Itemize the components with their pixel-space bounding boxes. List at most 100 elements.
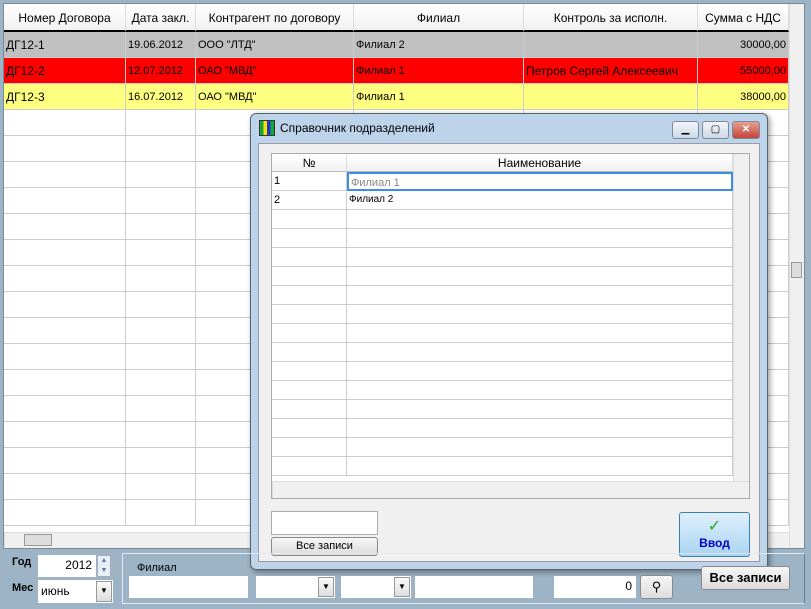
empty-cell[interactable]: [4, 370, 126, 396]
table-cell[interactable]: [524, 32, 698, 58]
enter-button[interactable]: ✓ Ввод: [679, 512, 750, 557]
table-cell[interactable]: 1: [272, 172, 347, 191]
empty-cell[interactable]: [272, 419, 347, 438]
empty-cell[interactable]: [347, 229, 733, 248]
table-cell[interactable]: 30000,00: [698, 32, 789, 58]
table-cell[interactable]: 38000,00: [698, 84, 789, 110]
filter-combo-1[interactable]: ▼: [256, 576, 335, 598]
empty-cell[interactable]: [4, 318, 126, 344]
empty-cell[interactable]: [126, 500, 196, 526]
empty-cell[interactable]: [4, 110, 126, 136]
maximize-button[interactable]: ▢: [702, 121, 729, 139]
empty-cell[interactable]: [347, 305, 733, 324]
table-cell[interactable]: 12.07.2012: [126, 58, 196, 84]
empty-cell[interactable]: [272, 381, 347, 400]
empty-cell[interactable]: [347, 419, 733, 438]
column-header[interactable]: Сумма с НДС: [698, 4, 789, 32]
empty-cell[interactable]: [126, 474, 196, 500]
dialog-search-input[interactable]: [271, 511, 378, 535]
table-cell[interactable]: 16.07.2012: [126, 84, 196, 110]
empty-cell[interactable]: [4, 162, 126, 188]
empty-cell[interactable]: [126, 162, 196, 188]
empty-cell[interactable]: [126, 136, 196, 162]
column-header[interactable]: Контроль за исполн.: [524, 4, 698, 32]
empty-cell[interactable]: [272, 286, 347, 305]
table-cell[interactable]: ОАО "МВД": [196, 84, 354, 110]
column-header[interactable]: Филиал: [354, 4, 524, 32]
departments-grid[interactable]: № Наименование 1 Филиал 1 2 Филиал 2: [271, 153, 750, 499]
empty-cell[interactable]: [347, 457, 733, 476]
empty-cell[interactable]: [126, 396, 196, 422]
empty-cell[interactable]: [4, 214, 126, 240]
empty-cell[interactable]: [347, 286, 733, 305]
close-button[interactable]: ✕: [732, 121, 760, 139]
column-header[interactable]: Контрагент по договору: [196, 4, 354, 32]
empty-cell[interactable]: [4, 448, 126, 474]
table-cell[interactable]: Петров Сергей Алексеевич: [524, 58, 698, 84]
empty-cell[interactable]: [272, 362, 347, 381]
binoculars-search-button[interactable]: ⚲: [640, 575, 673, 599]
empty-cell[interactable]: [126, 240, 196, 266]
empty-cell[interactable]: [347, 400, 733, 419]
empty-cell[interactable]: [272, 248, 347, 267]
table-cell[interactable]: ДГ12-2: [4, 58, 126, 84]
empty-cell[interactable]: [272, 210, 347, 229]
hscrollbar-thumb[interactable]: [24, 534, 52, 546]
empty-cell[interactable]: [4, 266, 126, 292]
column-header[interactable]: Номер Договора: [4, 4, 126, 32]
empty-cell[interactable]: [126, 370, 196, 396]
year-spinner[interactable]: ▲ ▼: [97, 555, 111, 577]
empty-cell[interactable]: [347, 381, 733, 400]
table-cell[interactable]: ОАО "МВД": [196, 58, 354, 84]
year-input[interactable]: 2012: [38, 555, 96, 577]
table-cell[interactable]: Филиал 2: [354, 32, 524, 58]
empty-cell[interactable]: [347, 438, 733, 457]
dialog-vertical-scrollbar[interactable]: [733, 154, 749, 481]
table-cell[interactable]: ООО "ЛТД": [196, 32, 354, 58]
empty-cell[interactable]: [347, 267, 733, 286]
empty-cell[interactable]: [126, 110, 196, 136]
empty-cell[interactable]: [4, 188, 126, 214]
table-cell[interactable]: Филиал 1: [354, 84, 524, 110]
empty-cell[interactable]: [126, 422, 196, 448]
table-cell[interactable]: 19.06.2012: [126, 32, 196, 58]
empty-cell[interactable]: [347, 248, 733, 267]
empty-cell[interactable]: [126, 318, 196, 344]
table-cell[interactable]: Филиал 1: [354, 58, 524, 84]
empty-cell[interactable]: [4, 292, 126, 318]
empty-cell[interactable]: [272, 229, 347, 248]
empty-cell[interactable]: [4, 396, 126, 422]
dialog-horizontal-scrollbar[interactable]: [272, 481, 749, 498]
empty-cell[interactable]: [272, 324, 347, 343]
empty-cell[interactable]: [4, 344, 126, 370]
branch-input[interactable]: [129, 576, 248, 598]
table-cell[interactable]: Филиал 2: [347, 191, 733, 210]
column-header[interactable]: Наименование: [347, 154, 733, 172]
table-cell[interactable]: 55000,00: [698, 58, 789, 84]
scrollbar-thumb[interactable]: [791, 262, 802, 278]
empty-cell[interactable]: [347, 362, 733, 381]
empty-cell[interactable]: [272, 400, 347, 419]
empty-cell[interactable]: [272, 305, 347, 324]
column-header[interactable]: №: [272, 154, 347, 172]
month-select[interactable]: июнь ▼: [38, 580, 113, 603]
table-cell[interactable]: [524, 84, 698, 110]
table-cell[interactable]: 2: [272, 191, 347, 210]
filter-text-input[interactable]: [415, 576, 533, 598]
empty-cell[interactable]: [347, 343, 733, 362]
minimize-button[interactable]: ▁: [672, 121, 699, 139]
empty-cell[interactable]: [4, 240, 126, 266]
all-records-button[interactable]: Все записи: [701, 566, 790, 590]
empty-cell[interactable]: [126, 266, 196, 292]
column-header[interactable]: Дата закл.: [126, 4, 196, 32]
empty-cell[interactable]: [4, 422, 126, 448]
empty-cell[interactable]: [126, 344, 196, 370]
empty-cell[interactable]: [347, 210, 733, 229]
empty-cell[interactable]: [272, 343, 347, 362]
empty-cell[interactable]: [126, 448, 196, 474]
empty-cell[interactable]: [126, 292, 196, 318]
empty-cell[interactable]: [126, 214, 196, 240]
count-input[interactable]: 0: [554, 576, 636, 598]
empty-cell[interactable]: [272, 267, 347, 286]
empty-cell[interactable]: [4, 136, 126, 162]
